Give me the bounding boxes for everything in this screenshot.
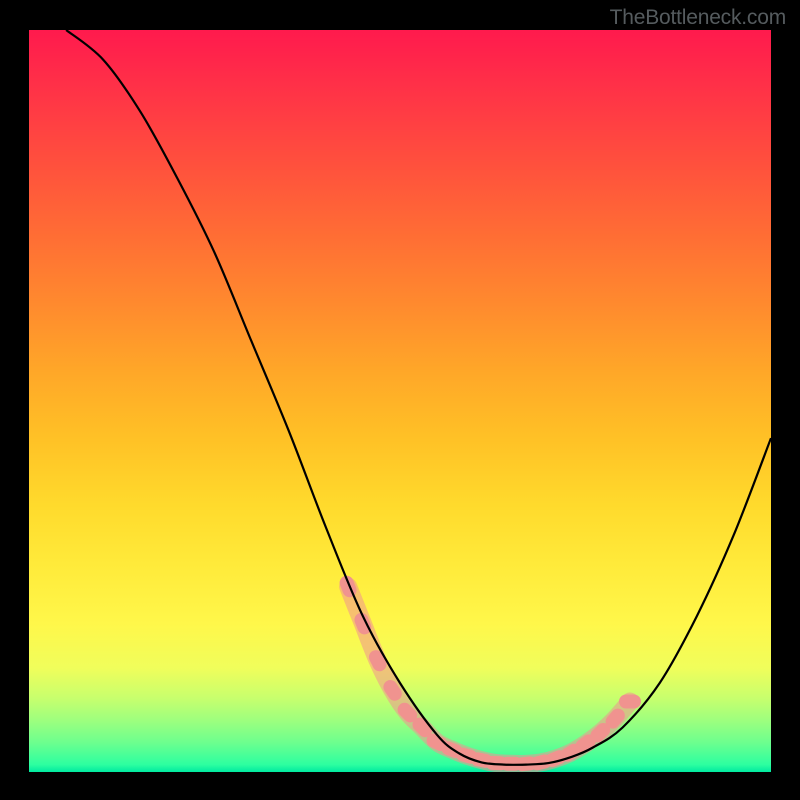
pink-band-series xyxy=(338,574,641,772)
curve-series xyxy=(66,30,771,765)
chart-svg xyxy=(29,30,771,772)
curve-path xyxy=(66,30,771,765)
watermark-text: TheBottleneck.com xyxy=(610,6,786,30)
pink-pill xyxy=(619,695,641,709)
